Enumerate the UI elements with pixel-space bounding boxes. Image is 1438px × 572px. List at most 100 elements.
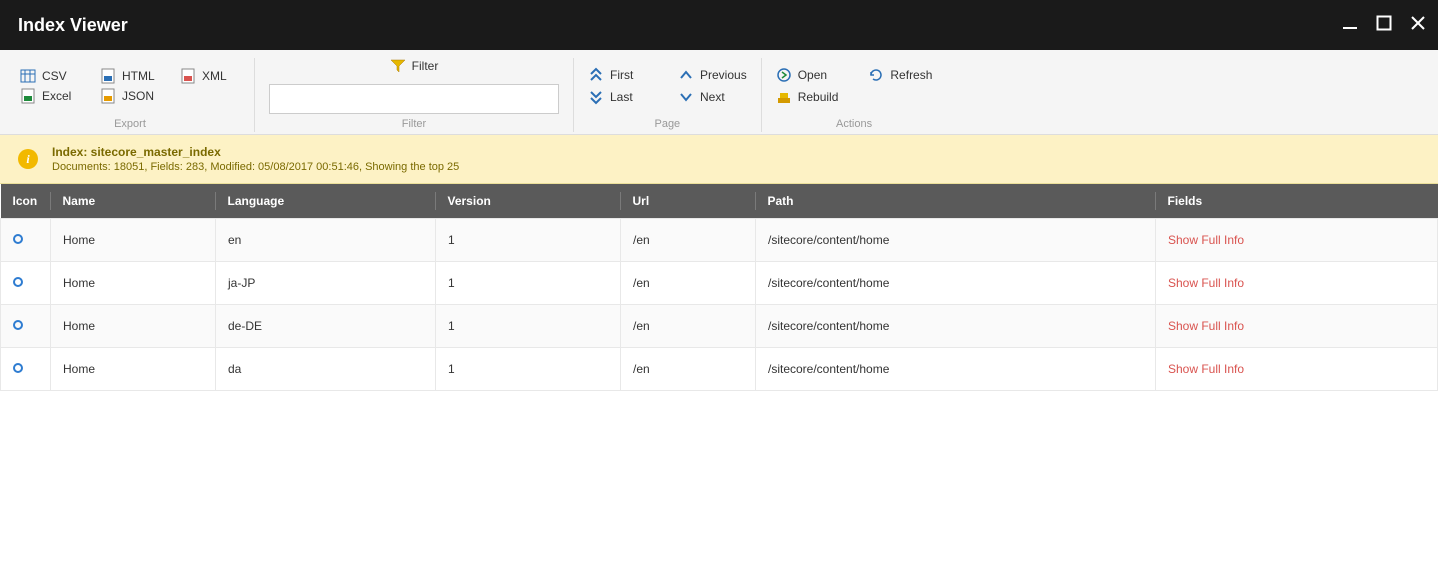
col-header-language[interactable]: Language [216, 184, 436, 219]
action-open-button[interactable]: Open [776, 67, 839, 83]
chevron-down-icon [678, 89, 694, 105]
csv-file-icon [20, 68, 36, 84]
col-header-fields[interactable]: Fields [1156, 184, 1438, 219]
toolbar-group-filter: Filter Filter [255, 58, 574, 132]
filter-label: Filter [412, 59, 439, 73]
page-previous-button[interactable]: Previous [678, 67, 747, 83]
funnel-icon [390, 58, 406, 74]
table-row: Home en 1 /en /sitecore/content/home Sho… [1, 219, 1438, 262]
cell-url: /en [621, 348, 756, 391]
action-refresh-label: Refresh [890, 68, 932, 82]
item-icon [13, 277, 23, 287]
refresh-icon [868, 67, 884, 83]
rebuild-icon [776, 89, 792, 105]
export-json-button[interactable]: JSON [100, 88, 160, 104]
maximize-button[interactable] [1376, 15, 1392, 35]
action-refresh-button[interactable]: Refresh [868, 67, 932, 83]
cell-name: Home [51, 348, 216, 391]
app-window: Index Viewer CSV [0, 0, 1438, 572]
export-group-label: Export [114, 118, 146, 130]
toolbar-group-actions: Open Refresh Rebuild [762, 58, 947, 132]
table-row: Home de-DE 1 /en /sitecore/content/home … [1, 305, 1438, 348]
page-next-label: Next [700, 90, 725, 104]
window-controls [1342, 15, 1426, 35]
cell-name: Home [51, 219, 216, 262]
double-chevron-down-icon [588, 89, 604, 105]
action-open-label: Open [798, 68, 827, 82]
page-next-button[interactable]: Next [678, 89, 747, 105]
html-file-icon [100, 68, 116, 84]
cell-path: /sitecore/content/home [756, 219, 1156, 262]
item-icon [13, 320, 23, 330]
export-json-label: JSON [122, 89, 154, 103]
filter-input[interactable] [269, 84, 559, 114]
toolbar-group-page: First Previous Last [574, 58, 762, 132]
cell-version: 1 [436, 219, 621, 262]
export-html-label: HTML [122, 69, 155, 83]
page-first-label: First [610, 68, 633, 82]
item-icon [13, 363, 23, 373]
page-last-button[interactable]: Last [588, 89, 648, 105]
cell-name: Home [51, 262, 216, 305]
info-subtitle: Documents: 18051, Fields: 283, Modified:… [52, 161, 459, 173]
col-header-icon[interactable]: Icon [1, 184, 51, 219]
excel-file-icon [20, 88, 36, 104]
page-first-button[interactable]: First [588, 67, 648, 83]
table-body: Home en 1 /en /sitecore/content/home Sho… [1, 219, 1438, 391]
action-rebuild-button[interactable]: Rebuild [776, 89, 839, 105]
show-full-info-link[interactable]: Show Full Info [1168, 319, 1244, 333]
show-full-info-link[interactable]: Show Full Info [1168, 233, 1244, 247]
export-html-button[interactable]: HTML [100, 68, 160, 84]
xml-file-icon [180, 68, 196, 84]
export-excel-label: Excel [42, 89, 71, 103]
cell-language: en [216, 219, 436, 262]
col-header-version[interactable]: Version [436, 184, 621, 219]
export-xml-label: XML [202, 69, 227, 83]
minimize-icon [1342, 15, 1358, 31]
cell-version: 1 [436, 262, 621, 305]
page-previous-label: Previous [700, 68, 747, 82]
table-row: Home da 1 /en /sitecore/content/home Sho… [1, 348, 1438, 391]
filter-button[interactable]: Filter [390, 58, 439, 74]
cell-name: Home [51, 305, 216, 348]
chevron-up-icon [678, 67, 694, 83]
close-button[interactable] [1410, 15, 1426, 35]
info-icon: i [18, 149, 38, 169]
toolbar: CSV HTML XML [0, 50, 1438, 135]
double-chevron-up-icon [588, 67, 604, 83]
page-last-label: Last [610, 90, 633, 104]
table-header-row: Icon Name Language Version Url Path Fiel… [1, 184, 1438, 219]
export-xml-button[interactable]: XML [180, 68, 240, 84]
table-row: Home ja-JP 1 /en /sitecore/content/home … [1, 262, 1438, 305]
col-header-url[interactable]: Url [621, 184, 756, 219]
titlebar: Index Viewer [0, 0, 1438, 50]
page-group-label: Page [654, 118, 680, 130]
cell-path: /sitecore/content/home [756, 305, 1156, 348]
cell-url: /en [621, 219, 756, 262]
info-banner: i Index: sitecore_master_index Documents… [0, 135, 1438, 184]
window-title: Index Viewer [18, 15, 128, 36]
filter-group-label: Filter [402, 118, 426, 130]
cell-language: da [216, 348, 436, 391]
close-icon [1410, 15, 1426, 31]
toolbar-group-export: CSV HTML XML [14, 58, 255, 132]
export-excel-button[interactable]: Excel [20, 88, 80, 104]
cell-version: 1 [436, 305, 621, 348]
cell-path: /sitecore/content/home [756, 348, 1156, 391]
json-file-icon [100, 88, 116, 104]
cell-url: /en [621, 305, 756, 348]
col-header-name[interactable]: Name [51, 184, 216, 219]
info-title: Index: sitecore_master_index [52, 145, 459, 159]
actions-group-label: Actions [836, 118, 872, 130]
export-csv-label: CSV [42, 69, 67, 83]
cell-url: /en [621, 262, 756, 305]
cell-path: /sitecore/content/home [756, 262, 1156, 305]
col-header-path[interactable]: Path [756, 184, 1156, 219]
show-full-info-link[interactable]: Show Full Info [1168, 276, 1244, 290]
arrow-right-circle-icon [776, 67, 792, 83]
minimize-button[interactable] [1342, 15, 1358, 35]
cell-language: ja-JP [216, 262, 436, 305]
export-csv-button[interactable]: CSV [20, 68, 80, 84]
show-full-info-link[interactable]: Show Full Info [1168, 362, 1244, 376]
cell-version: 1 [436, 348, 621, 391]
